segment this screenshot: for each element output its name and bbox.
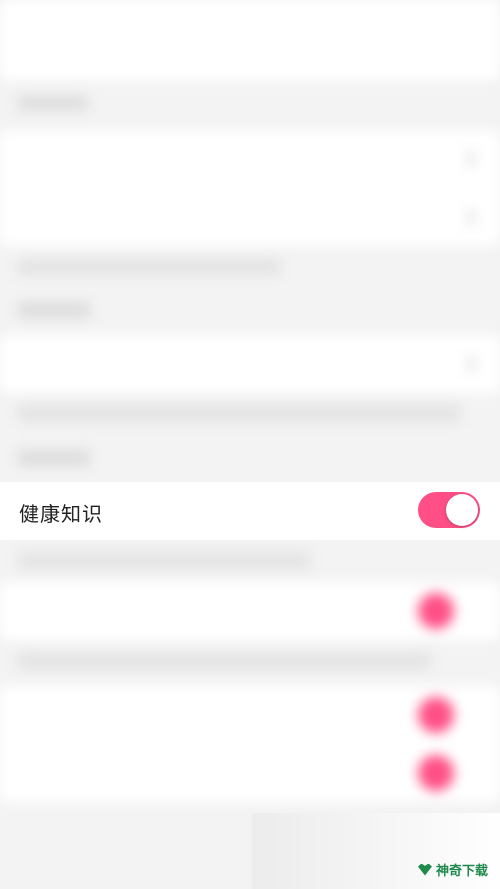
section-header-placeholder [18,96,88,110]
settings-row [0,335,500,393]
hint-placeholder [18,404,460,422]
health-knowledge-label: 健康知识 [19,502,103,526]
health-knowledge-toggle[interactable] [418,492,480,528]
hint-placeholder [18,552,310,570]
leaf-logo-icon [417,863,432,876]
health-knowledge-row[interactable]: 健康知识 [0,482,500,540]
toggle-placeholder [418,593,454,629]
watermark-logo: 神奇下载 [417,860,488,879]
section-header-placeholder [18,302,90,318]
toggle-placeholder [418,755,454,791]
blurred-background [0,0,500,889]
toggle-knob [446,494,478,526]
settings-row [0,188,500,246]
settings-row [0,130,500,188]
hint-placeholder [18,652,430,670]
hint-placeholder [18,258,280,276]
section-header-placeholder [18,450,90,466]
watermark: 神奇下载 [252,813,500,889]
top-bar [0,0,500,80]
toggle-placeholder [418,697,454,733]
watermark-text: 神奇下载 [435,864,488,879]
